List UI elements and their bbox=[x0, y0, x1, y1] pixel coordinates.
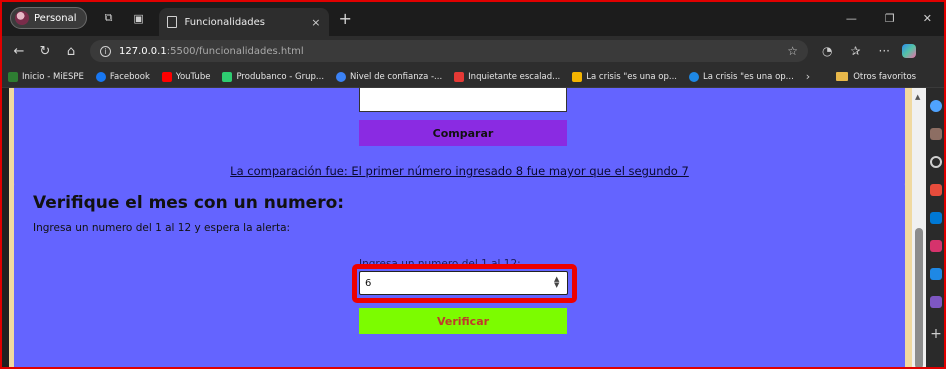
bookmark-label: Facebook bbox=[109, 71, 150, 82]
page-scrollbar[interactable]: ▲ bbox=[912, 88, 926, 369]
bookmark-item[interactable]: YouTube bbox=[161, 71, 211, 82]
tools-icon[interactable] bbox=[930, 184, 942, 196]
bookmark-item[interactable]: Nivel de confianza -... bbox=[336, 71, 443, 82]
month-card: Verifique el mes con un numero: Ingresa … bbox=[14, 180, 905, 369]
workspaces-icon[interactable]: ⧉ bbox=[101, 10, 117, 26]
favorites-icon[interactable]: ✰ bbox=[850, 44, 860, 58]
bookmark-favicon bbox=[689, 71, 700, 82]
folder-icon bbox=[836, 72, 849, 81]
discover-icon[interactable] bbox=[930, 100, 942, 112]
profile-button[interactable]: Personal bbox=[10, 7, 87, 29]
avatar bbox=[15, 11, 29, 25]
home-icon[interactable]: ⌂ bbox=[58, 44, 84, 59]
bookmark-item[interactable]: Facebook bbox=[95, 71, 150, 82]
navigation-bar: ← ↻ ⌂ i 127.0.0.1 :5500/funcionalidades.… bbox=[0, 36, 946, 66]
bookmark-item[interactable]: Produbanco - Grup... bbox=[222, 71, 325, 82]
bookmark-favicon bbox=[8, 71, 18, 82]
page-icon bbox=[166, 16, 177, 28]
site-info-icon[interactable]: i bbox=[100, 45, 111, 57]
minimize-icon[interactable]: — bbox=[846, 12, 857, 25]
facebook-icon bbox=[95, 71, 106, 82]
refresh-icon[interactable]: ↻ bbox=[32, 44, 58, 59]
bookmark-label: YouTube bbox=[175, 71, 211, 82]
folder-label: Otros favoritos bbox=[853, 71, 917, 82]
scroll-up-icon[interactable]: ▲ bbox=[915, 93, 920, 101]
outlook-icon[interactable] bbox=[930, 212, 942, 224]
back-icon[interactable]: ← bbox=[6, 44, 32, 59]
more-menu-icon[interactable]: ··· bbox=[879, 44, 890, 58]
search-icon[interactable] bbox=[930, 156, 942, 168]
url-path: :5500/funcionalidades.html bbox=[166, 45, 304, 57]
verify-button[interactable]: Verificar bbox=[359, 308, 567, 334]
comparison-result-text: La comparación fue: El primer número ing… bbox=[230, 164, 689, 178]
window-controls: — ❐ ✕ bbox=[846, 12, 932, 25]
chevron-right-icon[interactable]: › bbox=[806, 70, 810, 83]
tab-actions-icon[interactable]: ▣ bbox=[131, 10, 147, 26]
bookmark-label: La crisis "es una op... bbox=[586, 71, 678, 82]
bookmark-label: Inicio - MiESPE bbox=[22, 71, 84, 82]
highlight-box bbox=[352, 264, 577, 303]
games-icon[interactable] bbox=[930, 240, 942, 252]
youtube-icon bbox=[161, 71, 172, 82]
close-window-icon[interactable]: ✕ bbox=[923, 12, 932, 25]
bookmark-label: Nivel de confianza -... bbox=[350, 71, 443, 82]
bookmark-item[interactable]: Inquietante escalad... bbox=[454, 71, 561, 82]
drop-icon[interactable] bbox=[930, 296, 942, 308]
second-number-input[interactable] bbox=[359, 88, 567, 112]
profile-label: Personal bbox=[34, 12, 77, 24]
bookmark-item[interactable]: La crisis "es una op... bbox=[689, 71, 794, 82]
section-heading: Verifique el mes con un numero: bbox=[33, 193, 345, 213]
scroll-thumb[interactable] bbox=[915, 228, 923, 369]
bookmarks-bar: Inicio - MiESPE Facebook YouTube Produba… bbox=[0, 66, 946, 88]
bookmark-favicon bbox=[222, 71, 233, 82]
tab-title: Funcionalidades bbox=[184, 16, 265, 28]
new-tab-button[interactable]: + bbox=[339, 9, 352, 28]
bookmark-label: La crisis "es una op... bbox=[703, 71, 794, 82]
edge-sidebar: + bbox=[926, 88, 946, 369]
address-bar[interactable]: i 127.0.0.1 :5500/funcionalidades.html ☆ bbox=[90, 40, 808, 62]
send-icon[interactable] bbox=[930, 268, 942, 280]
add-sidebar-icon[interactable]: + bbox=[930, 327, 942, 341]
other-favorites-folder[interactable]: Otros favoritos bbox=[836, 72, 916, 82]
copilot-icon[interactable] bbox=[902, 44, 916, 58]
active-tab[interactable]: Funcionalidades × bbox=[158, 8, 329, 36]
collections-icon[interactable]: ◔ bbox=[822, 44, 832, 58]
restore-icon[interactable]: ❐ bbox=[885, 12, 895, 25]
url-host: 127.0.0.1 bbox=[119, 45, 167, 57]
tab-strip: Personal ⧉ ▣ Funcionalidades × + — ❐ ✕ bbox=[0, 0, 946, 36]
bookmark-label: Produbanco - Grup... bbox=[236, 71, 325, 82]
page-viewport: Comparar La comparación fue: El primer n… bbox=[9, 88, 912, 369]
toolbar-actions: ◔ ✰ ··· bbox=[822, 44, 890, 58]
bookmark-favicon bbox=[336, 71, 347, 82]
bookmark-label: Inquietante escalad... bbox=[468, 71, 561, 82]
bookmark-favicon bbox=[454, 71, 465, 82]
instructions-text: Ingresa un numero del 1 al 12 y espera l… bbox=[33, 222, 291, 234]
compare-button[interactable]: Comparar bbox=[359, 120, 567, 146]
bookmark-item[interactable]: Inicio - MiESPE bbox=[8, 71, 84, 82]
bookmark-favicon bbox=[572, 71, 583, 82]
chat-icon[interactable] bbox=[930, 128, 942, 140]
compare-card: Comparar La comparación fue: El primer n… bbox=[14, 88, 905, 189]
favorite-star-icon[interactable]: ☆ bbox=[787, 44, 798, 58]
bookmark-item[interactable]: La crisis "es una op... bbox=[572, 71, 678, 82]
close-tab-icon[interactable]: × bbox=[311, 16, 320, 29]
